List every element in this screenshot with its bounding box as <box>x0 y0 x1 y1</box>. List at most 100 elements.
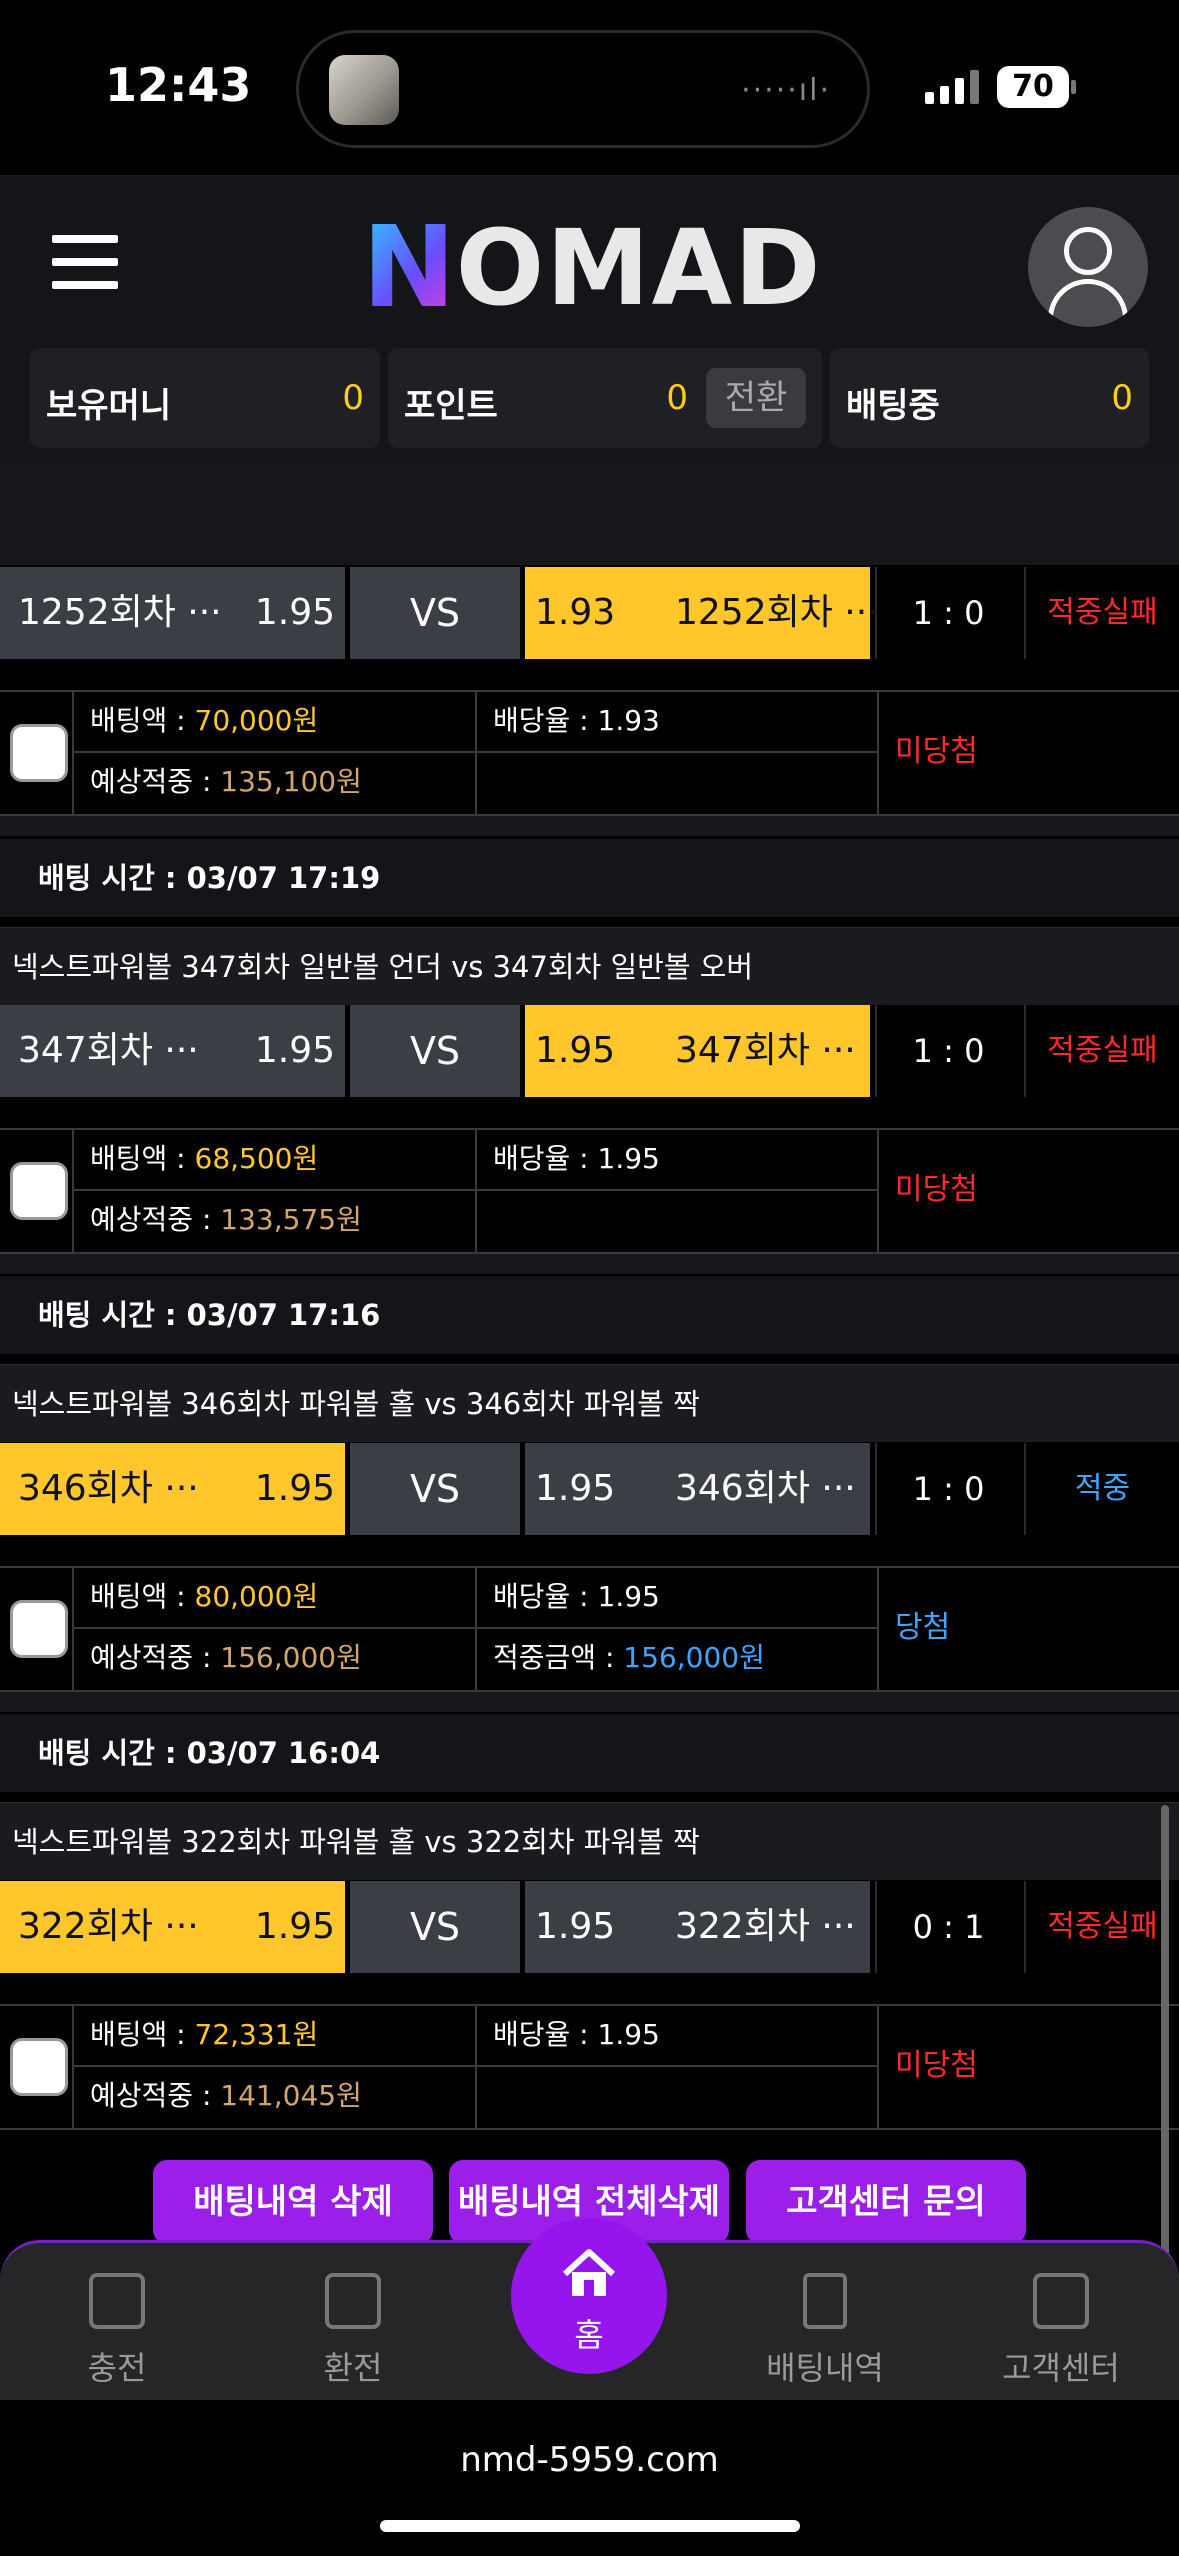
bet-amount: 80,000원 <box>194 1580 319 1613</box>
expected-amount: 133,575원 <box>220 1203 362 1236</box>
point-convert-button[interactable]: 전환 <box>706 368 806 428</box>
bet-time: 배팅 시간 : 03/07 17:19 <box>38 861 381 895</box>
clock: 12:43 <box>105 58 252 112</box>
bet-detail-box: 배팅액 : 70,000원 예상적중 : 135,100원 배당율 : 1.93… <box>0 690 1179 816</box>
balance-betting: 배팅중 0 <box>830 348 1149 448</box>
away-team-name: 347회차 ··· <box>675 1030 856 1071</box>
match-row: 322회차 ··· 1.95 VS 1.95 322회차 ··· 0 : 1 적… <box>0 1881 1179 1973</box>
bet-amount-cell: 배팅액 : 72,331원 <box>72 2006 477 2067</box>
vs-label: VS <box>350 1881 520 1973</box>
bet-amount: 72,331원 <box>194 2018 319 2051</box>
match-desc-text: 넥스트파워볼 322회차 파워볼 홀 vs 322회차 파워볼 짝 <box>12 1825 700 1859</box>
home-team-odds: 1.95 <box>254 1468 335 1509</box>
bet-history-list: 1252회차 ··· 1.95 VS 1.93 1252회차 ··· 1 : 0… <box>0 465 1179 2240</box>
bet-amount-label: 배팅액 : <box>90 1142 195 1175</box>
away-team-odds: 1.95 <box>535 1468 616 1509</box>
cat-avatar-icon <box>329 55 399 125</box>
match-desc-text: 넥스트파워볼 347회차 일반볼 언더 vs 347회차 일반볼 오버 <box>12 950 754 984</box>
profile-icon[interactable] <box>1028 207 1148 327</box>
bet-select-checkbox[interactable] <box>10 2038 68 2096</box>
bet-amount-cell: 배팅액 : 70,000원 <box>72 692 477 753</box>
nav-support-label: 고객센터 <box>1002 2349 1120 2387</box>
dynamic-island: ·····ıl· <box>296 30 870 148</box>
delete-history-button[interactable]: 배팅내역 삭제 <box>153 2160 433 2240</box>
balance-money-value: 0 <box>342 378 364 418</box>
home-team-name: 346회차 ··· <box>18 1468 199 1509</box>
nav-charge[interactable]: 충전 <box>37 2273 197 2389</box>
balance-point-label: 포인트 <box>404 386 498 426</box>
bet-amount-cell: 배팅액 : 68,500원 <box>72 1130 477 1191</box>
away-team-odds: 1.95 <box>535 1906 616 1947</box>
contact-support-button[interactable]: 고객센터 문의 <box>746 2160 1026 2240</box>
bet-time: 배팅 시간 : 03/07 17:16 <box>38 1298 381 1332</box>
spacer <box>0 1692 1179 1712</box>
expected-label: 예상적중 : <box>90 1641 221 1674</box>
home-team-name: 347회차 ··· <box>18 1030 199 1071</box>
bet-select-checkbox[interactable] <box>10 1600 68 1658</box>
home-team-cell[interactable]: 347회차 ··· 1.95 <box>0 1005 345 1097</box>
nav-support[interactable]: 고객센터 <box>981 2273 1141 2389</box>
balance-point: 포인트 0 전환 <box>388 348 822 448</box>
expected-label: 예상적중 : <box>90 1203 221 1236</box>
bet-time-header: 배팅 시간 : 03/07 16:04 <box>0 1714 1179 1792</box>
bet-amount-label: 배팅액 : <box>90 704 195 737</box>
odds-value: 1.95 <box>597 1580 660 1613</box>
nav-home-button[interactable]: 홈 <box>511 2218 667 2374</box>
bet-amount: 70,000원 <box>194 704 319 737</box>
home-team-name: 1252회차 ··· <box>18 592 222 633</box>
home-indicator[interactable] <box>380 2520 800 2532</box>
nav-exchange-label: 환전 <box>323 2349 383 2387</box>
away-team-cell[interactable]: 1.95 322회차 ··· <box>525 1881 870 1973</box>
win-amount: 156,000원 <box>623 1641 765 1674</box>
result-label: 적중실패 <box>1024 1881 1179 1973</box>
bet-status: 미당첨 <box>895 2048 978 2083</box>
home-team-odds: 1.95 <box>254 592 335 633</box>
expected-amount: 135,100원 <box>220 765 362 798</box>
nav-history[interactable]: 배팅내역 <box>745 2273 905 2389</box>
odds-cell: 배당율 : 1.95 <box>477 2006 879 2067</box>
nav-charge-label: 충전 <box>87 2349 147 2387</box>
nomad-logo[interactable]: N OMAD <box>362 212 822 324</box>
bet-select-checkbox[interactable] <box>10 724 68 782</box>
home-team-cell[interactable]: 346회차 ··· 1.95 <box>0 1443 345 1535</box>
away-team-name: 322회차 ··· <box>675 1906 856 1947</box>
match-row: 346회차 ··· 1.95 VS 1.95 346회차 ··· 1 : 0 적… <box>0 1443 1179 1535</box>
odds-label: 배당율 : <box>493 2018 598 2051</box>
spacer <box>0 816 1179 836</box>
match-description: 넥스트파워볼 322회차 파워볼 홀 vs 322회차 파워볼 짝 <box>0 1802 1179 1880</box>
home-team-cell[interactable]: 1252회차 ··· 1.95 <box>0 567 345 659</box>
wallet-icon <box>89 2273 145 2329</box>
signal-icon <box>925 68 979 104</box>
hamburger-menu-icon[interactable] <box>52 235 118 289</box>
away-team-name: 1252회차 ··· <box>675 592 879 633</box>
away-team-cell[interactable]: 1.93 1252회차 ··· <box>525 567 879 659</box>
expected-cell: 예상적중 : 133,575원 <box>72 1191 477 1252</box>
odds-label: 배당율 : <box>493 1580 598 1613</box>
nav-exchange[interactable]: 환전 <box>273 2273 433 2389</box>
bet-select-checkbox[interactable] <box>10 1162 68 1220</box>
win-amount-cell: 적중금액 : 156,000원 <box>477 1629 879 1690</box>
expected-cell: 예상적중 : 141,045원 <box>72 2067 477 2128</box>
odds-cell: 배당율 : 1.95 <box>477 1568 879 1629</box>
nav-history-label: 배팅내역 <box>766 2349 884 2387</box>
match-description: 넥스트파워볼 347회차 일반볼 언더 vs 347회차 일반볼 오버 <box>0 927 1179 1005</box>
result-label: 적중실패 <box>1024 567 1179 659</box>
url-text[interactable]: nmd-5959.com <box>0 2440 1179 2480</box>
balance-bar: 보유머니 0 포인트 0 전환 배팅중 0 <box>30 348 1149 448</box>
home-team-cell[interactable]: 322회차 ··· 1.95 <box>0 1881 345 1973</box>
balance-point-value: 0 <box>666 378 688 418</box>
score: 1 : 0 <box>875 567 1020 659</box>
odds-value: 1.95 <box>597 1142 660 1175</box>
balance-money: 보유머니 0 <box>30 348 380 448</box>
bet-status: 미당첨 <box>895 734 978 769</box>
score: 1 : 0 <box>875 1443 1020 1535</box>
bet-time-header: 배팅 시간 : 03/07 17:16 <box>0 1276 1179 1354</box>
balance-betting-label: 배팅중 <box>846 386 940 426</box>
expected-label: 예상적중 : <box>90 765 221 798</box>
score: 0 : 1 <box>875 1881 1020 1973</box>
away-team-cell[interactable]: 1.95 346회차 ··· <box>525 1443 870 1535</box>
away-team-cell[interactable]: 1.95 347회차 ··· <box>525 1005 870 1097</box>
browser-url-bar: nmd-5959.com <box>0 2400 1179 2556</box>
expected-cell: 예상적중 : 156,000원 <box>72 1629 477 1690</box>
balance-money-label: 보유머니 <box>46 386 172 426</box>
